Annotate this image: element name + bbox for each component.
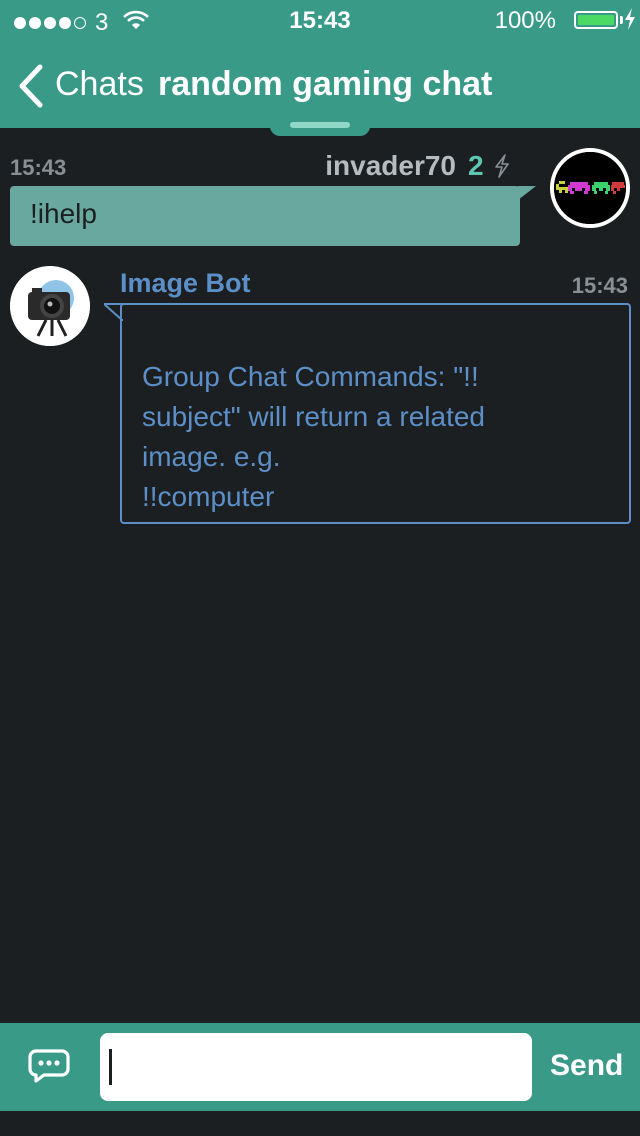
battery-percent: 100% bbox=[494, 7, 556, 34]
message-text: !ihelp bbox=[30, 198, 97, 229]
message-input[interactable] bbox=[100, 1033, 532, 1101]
send-button[interactable]: Send bbox=[550, 1049, 623, 1083]
lightning-icon bbox=[494, 154, 510, 183]
text-cursor bbox=[109, 1049, 112, 1085]
app-header: 3 15:43 100% Chats random gaming chat bbox=[0, 0, 640, 128]
back-button[interactable]: Chats bbox=[55, 65, 144, 104]
message-sender[interactable]: invader70 bbox=[325, 150, 456, 182]
message-time: 15:43 bbox=[10, 155, 67, 180]
chat-bubble-icon[interactable] bbox=[28, 1049, 70, 1088]
message-bubble-bot[interactable]: Group Chat Commands: "!! subject" will r… bbox=[120, 303, 631, 524]
bubble-tail bbox=[518, 186, 536, 200]
message-sender[interactable]: Image Bot bbox=[120, 268, 251, 299]
message-composer: Send bbox=[0, 1023, 640, 1111]
battery-icon bbox=[574, 11, 618, 29]
status-bar: 3 15:43 100% bbox=[0, 0, 640, 40]
drag-handle[interactable] bbox=[290, 122, 350, 128]
navigation-bar: Chats random gaming chat bbox=[0, 58, 640, 114]
avatar-image-bot[interactable] bbox=[10, 266, 90, 346]
battery-tip bbox=[620, 16, 623, 24]
camera-icon bbox=[10, 266, 90, 346]
pull-down-tab[interactable] bbox=[270, 120, 370, 136]
charging-bolt-icon bbox=[624, 8, 636, 37]
message-time: 15:43 bbox=[571, 273, 628, 298]
message-bubble-own[interactable]: !ihelp bbox=[10, 186, 520, 246]
chat-title: random gaming chat bbox=[158, 65, 493, 103]
space-invaders-icon bbox=[554, 152, 626, 224]
back-chevron-icon[interactable] bbox=[16, 64, 44, 113]
bottom-safe-area bbox=[0, 1111, 640, 1136]
message-text: Group Chat Commands: "!! subject" will r… bbox=[142, 361, 485, 512]
user-level-badge: 2 bbox=[468, 150, 484, 181]
avatar-space-invaders[interactable] bbox=[550, 148, 630, 228]
